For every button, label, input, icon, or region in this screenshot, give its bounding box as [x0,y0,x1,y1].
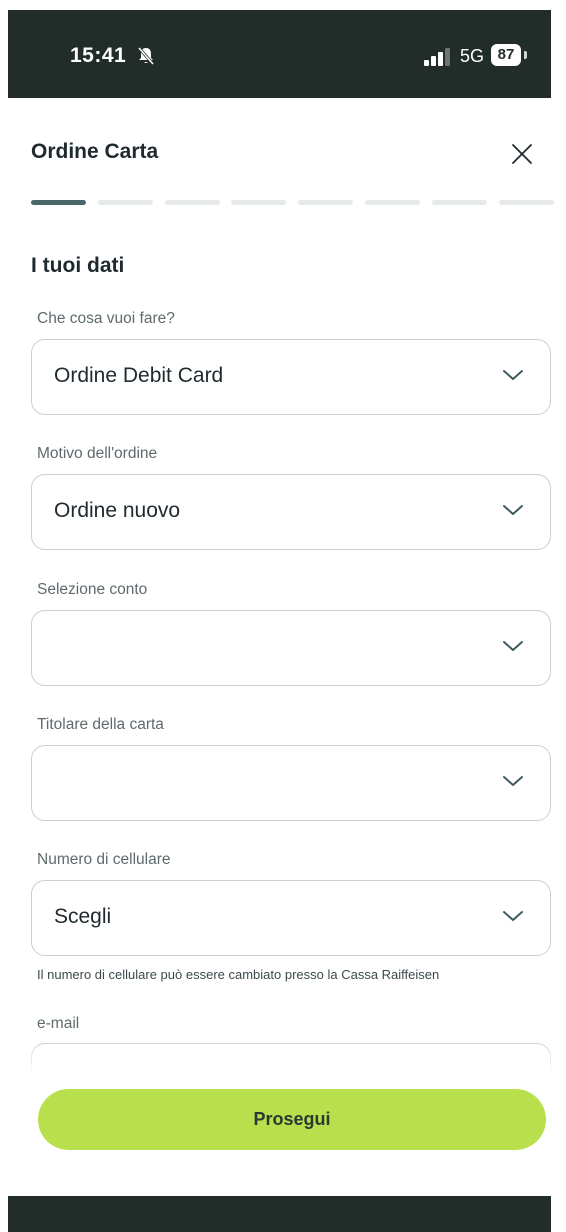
status-time: 15:41 [70,44,127,67]
step-7 [432,200,487,205]
chevron-down-icon [503,641,523,651]
step-8 [499,200,554,205]
chevron-down-icon [503,370,523,380]
phone-hint: Il numero di cellulare può essere cambia… [37,967,440,982]
select-action-value: Ordine Debit Card [54,364,224,387]
select-phone[interactable]: Scegli [31,880,551,956]
chevron-down-icon [503,911,523,921]
section-title: I tuoi dati [31,254,125,277]
signal-icon [424,48,450,66]
step-2 [98,200,153,205]
field-label-account: Selezione conto [37,581,148,598]
select-cardholder[interactable] [31,745,551,821]
select-reason-value: Ordine nuovo [54,499,181,522]
form-scroll-area[interactable]: I tuoi dati Che cosa vuoi fare? Ordine D… [0,230,566,1075]
status-bar: 15:41 5G 87 [8,10,551,98]
scroll-fade [0,1040,566,1075]
step-4 [231,200,286,205]
chevron-down-icon [503,776,523,786]
field-label-action: Che cosa vuoi fare? [37,310,175,327]
step-5 [298,200,353,205]
battery-tip [524,51,527,59]
field-label-email: e-mail [37,1015,80,1032]
select-phone-value: Scegli [54,905,112,928]
select-action[interactable]: Ordine Debit Card [31,339,551,415]
battery-indicator: 87 [491,44,521,66]
bell-muted-icon [137,47,155,65]
network-type: 5G [460,46,485,66]
progress-stepper [31,200,566,206]
continue-button[interactable]: Prosegui [38,1089,546,1150]
chevron-down-icon [503,505,523,515]
select-reason[interactable]: Ordine nuovo [31,474,551,550]
step-1 [31,200,86,205]
field-label-cardholder: Titolare della carta [37,716,164,733]
step-3 [165,200,220,205]
field-label-reason: Motivo dell'ordine [37,445,158,462]
step-6 [365,200,420,205]
field-label-phone: Numero di cellulare [37,851,171,868]
page-title: Ordine Carta [31,140,159,163]
select-account[interactable] [31,610,551,686]
bottom-bar [8,1196,551,1232]
close-icon[interactable] [505,137,539,171]
